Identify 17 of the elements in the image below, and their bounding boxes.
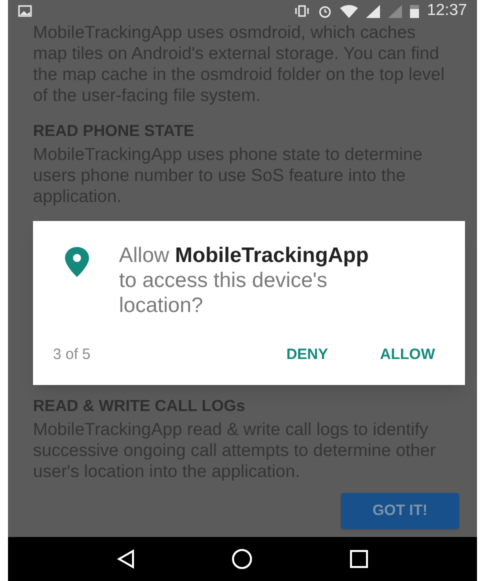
wifi-icon [340, 4, 358, 18]
got-it-button[interactable]: GOT IT! [341, 493, 459, 529]
signal-icon [388, 4, 402, 18]
recents-icon[interactable] [349, 549, 370, 569]
status-time: 12:37 [426, 1, 467, 21]
signal-icon [366, 4, 380, 18]
vibrate-icon [294, 5, 310, 17]
dialog-action[interactable]: ALLOW [370, 340, 445, 370]
alarm-icon [318, 4, 332, 18]
dialog-action[interactable]: DENY [276, 340, 338, 370]
image-icon [18, 5, 32, 17]
home-icon[interactable] [231, 548, 254, 570]
dialog-counter: 3 of 5 [53, 345, 92, 365]
battery-icon [410, 4, 419, 18]
back-icon[interactable] [116, 549, 136, 569]
location-pin-icon [65, 247, 89, 277]
dialog-message: Allow MobileTrackingApp to access this device's location? [119, 243, 370, 318]
